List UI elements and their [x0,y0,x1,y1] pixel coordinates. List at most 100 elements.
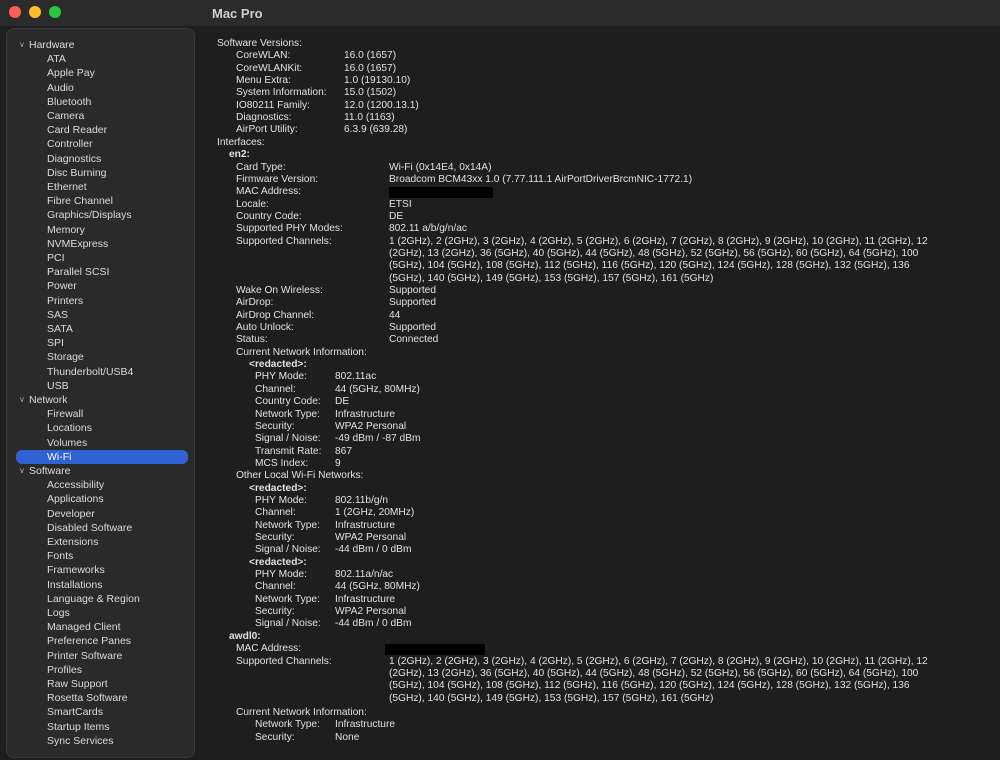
info-value: -44 dBm / 0 dBm [335,544,412,556]
sidebar-group-hardware[interactable]: ∨ Hardware [19,38,75,52]
info-label: Status: [236,334,268,346]
sidebar-item-printer-software[interactable]: Printer Software [47,649,122,663]
redacted-value [389,187,493,199]
network-name: <redacted>: [249,359,307,371]
subsection-heading: Current Network Information: [236,706,367,718]
channel-list: (5GHz), 104 (5GHz), 108 (5GHz), 112 (5GH… [389,680,910,692]
close-window-button[interactable] [9,6,21,18]
sidebar-item-storage[interactable]: Storage [47,350,84,364]
sidebar-item-nvmexpress[interactable]: NVMExpress [47,237,108,251]
info-value: Supported [389,297,437,309]
info-label: Diagnostics: [236,112,292,124]
sidebar-item-card-reader[interactable]: Card Reader [47,123,107,137]
sidebar-item-audio[interactable]: Audio [47,81,74,95]
sidebar-item-memory[interactable]: Memory [47,223,85,237]
info-label: Security: [255,606,295,618]
sidebar-item-ethernet[interactable]: Ethernet [47,180,87,194]
sidebar-group-network[interactable]: ∨ Network [19,393,68,407]
info-value: 1.0 (19130.10) [344,75,411,87]
info-label: Firmware Version: [236,173,319,185]
info-label: Signal / Noise: [255,544,321,556]
sidebar-item-locations[interactable]: Locations [47,421,92,435]
sidebar[interactable]: ∨ Hardware ATA Apple Pay Audio Bluetooth Camer… [6,28,195,758]
network-name: <redacted>: [249,482,307,494]
sidebar-item-profiles[interactable]: Profiles [47,663,82,677]
channel-list: (2GHz), 13 (2GHz), 36 (5GHz), 40 (5GHz),… [389,247,919,259]
sidebar-item-extensions[interactable]: Extensions [47,535,98,549]
sidebar-item-language-region[interactable]: Language & Region [47,592,140,606]
sidebar-item-disc-burning[interactable]: Disc Burning [47,166,107,180]
sidebar-item-printers[interactable]: Printers [47,294,83,308]
sidebar-item-disabled-software[interactable]: Disabled Software [47,521,132,535]
sidebar-item-firewall[interactable]: Firewall [47,407,83,421]
info-value: 16.0 (1657) [344,50,397,62]
sidebar-item-wi-fi[interactable]: Wi-Fi [16,449,188,464]
sidebar-item-frameworks[interactable]: Frameworks [47,563,105,577]
sidebar-item-installations[interactable]: Installations [47,578,102,592]
sidebar-item-graphics-displays[interactable]: Graphics/Displays [47,208,132,222]
sidebar-item-ata[interactable]: ATA [47,52,66,66]
sidebar-item-logs[interactable]: Logs [47,606,70,620]
sidebar-item-fibre-channel[interactable]: Fibre Channel [47,194,113,208]
sidebar-item-usb[interactable]: USB [47,379,69,393]
info-value: 802.11 a/b/g/n/ac [389,223,467,235]
info-label: Locale: [236,198,269,210]
title-bar: Mac Pro [0,0,1000,26]
sidebar-item-thunderbolt-usb4[interactable]: Thunderbolt/USB4 [47,365,133,379]
sidebar-item-apple-pay[interactable]: Apple Pay [47,66,95,80]
sidebar-item-controller[interactable]: Controller [47,137,93,151]
info-label: System Information: [236,87,327,99]
sidebar-item-bluetooth[interactable]: Bluetooth [47,95,91,109]
sidebar-item-sas[interactable]: SAS [47,308,68,322]
info-value: WPA2 Personal [335,420,407,432]
sidebar-item-power[interactable]: Power [47,279,77,293]
sidebar-item-diagnostics[interactable]: Diagnostics [47,152,101,166]
info-value: DE [335,396,350,408]
detail-pane: Software Versions: CoreWLAN: 16.0 (1657) Co… [199,28,1000,760]
info-label: Supported PHY Modes: [236,223,343,235]
sidebar-item-fonts[interactable]: Fonts [47,549,73,563]
info-label: Channel: [255,581,296,593]
info-label: PHY Mode: [255,494,307,506]
sidebar-item-pci[interactable]: PCI [47,251,65,265]
sidebar-item-managed-client[interactable]: Managed Client [47,620,121,634]
sidebar-item-developer[interactable]: Developer [47,507,95,521]
info-value: 12.0 (1200.13.1) [344,99,419,111]
sidebar-item-spi[interactable]: SPI [47,336,64,350]
info-value: 1 (2GHz, 20MHz) [335,507,415,519]
sidebar-item-sata[interactable]: SATA [47,322,73,336]
info-value: 15.0 (1502) [344,87,397,99]
chevron-down-icon[interactable]: ∨ [19,393,29,407]
sidebar-item-raw-support[interactable]: Raw Support [47,677,108,691]
sidebar-item-startup-items[interactable]: Startup Items [47,720,109,734]
sidebar-item-volumes[interactable]: Volumes [47,436,87,450]
sidebar-group-software[interactable]: ∨ Software [19,464,70,478]
chevron-down-icon[interactable]: ∨ [19,464,29,478]
sidebar-item-rosetta-software[interactable]: Rosetta Software [47,691,128,705]
sidebar-item-parallel-scsi[interactable]: Parallel SCSI [47,265,109,279]
info-value: 44 (5GHz, 80MHz) [335,581,420,593]
info-label: CoreWLANKit: [236,62,303,74]
info-label: Transmit Rate: [255,445,322,457]
info-label: Country Code: [236,210,302,222]
info-label: CoreWLAN: [236,50,291,62]
info-label: Signal / Noise: [255,618,321,630]
info-value: Connected [389,334,439,346]
minimize-window-button[interactable] [29,6,41,18]
section-heading: Interfaces: [217,136,265,148]
info-value: Broadcom BCM43xx 1.0 (7.77.111.1 AirPort… [389,173,693,185]
info-value: 802.11b/g/n [335,494,389,506]
sidebar-group-label: Software [29,465,71,477]
interface-name: awdl0: [229,630,261,642]
info-value: WPA2 Personal [335,532,407,543]
info-label: PHY Mode: [255,569,307,581]
sidebar-item-sync-services[interactable]: Sync Services [47,734,114,748]
sidebar-item-smartcards[interactable]: SmartCards [47,705,103,719]
zoom-window-button[interactable] [49,6,61,18]
info-label: IO80211 Family: [236,99,310,111]
sidebar-item-applications[interactable]: Applications [47,492,104,506]
sidebar-item-preference-panes[interactable]: Preference Panes [47,634,131,648]
sidebar-item-camera[interactable]: Camera [47,109,84,123]
chevron-down-icon[interactable]: ∨ [19,38,29,52]
sidebar-item-accessibility[interactable]: Accessibility [47,478,104,492]
